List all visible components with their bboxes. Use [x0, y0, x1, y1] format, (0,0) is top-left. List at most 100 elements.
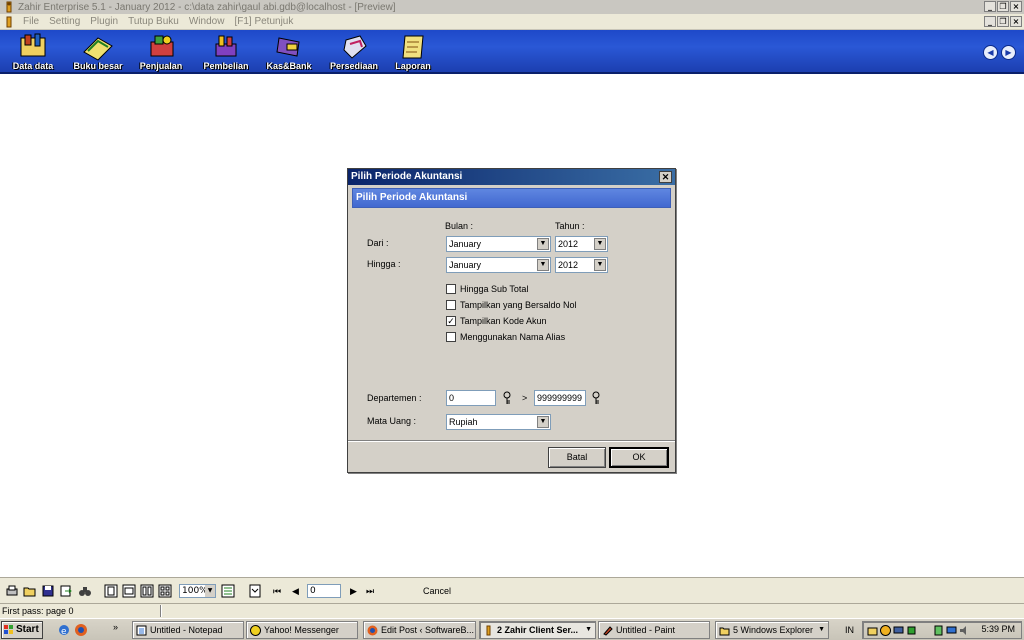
checkbox-box[interactable]: [446, 300, 456, 310]
tray-network-icon[interactable]: [893, 625, 904, 636]
menu-window[interactable]: Window: [184, 16, 230, 27]
toolbar-persediaan[interactable]: Persediaan: [325, 32, 383, 72]
export-icon[interactable]: [59, 584, 73, 598]
chevron-down-icon[interactable]: ▼: [594, 259, 606, 271]
bersaldo-nol-checkbox[interactable]: Tampilkan yang Bersaldo Nol: [446, 300, 577, 310]
nav-forward-button[interactable]: ▶: [1001, 45, 1016, 60]
tray-messenger-icon[interactable]: [880, 625, 891, 636]
toolbar-data-data[interactable]: Data data: [4, 32, 62, 72]
task-yahoo-messenger[interactable]: Yahoo! Messenger: [246, 621, 358, 639]
multi-page-icon[interactable]: [158, 584, 172, 598]
mata-uang-select[interactable]: Rupiah ▼: [446, 414, 551, 430]
last-page-icon[interactable]: ⏭: [366, 586, 374, 597]
prev-page-icon[interactable]: ◀: [292, 586, 299, 597]
departemen-from-input[interactable]: 0: [446, 390, 496, 406]
toolbar-buku-besar[interactable]: Buku besar: [69, 32, 127, 72]
first-page-icon[interactable]: ⏮: [273, 586, 281, 597]
save-icon[interactable]: [41, 584, 55, 598]
chevron-down-icon[interactable]: ▼: [205, 585, 215, 597]
document-menu-icon[interactable]: [3, 16, 15, 28]
task-zahir-client[interactable]: 2 Zahir Client Ser... ▼: [479, 621, 596, 639]
doc-minimize-button[interactable]: _: [984, 16, 996, 27]
batal-button[interactable]: Batal: [548, 447, 606, 468]
nav-back-button[interactable]: ◀: [983, 45, 998, 60]
toolbar-penjualan[interactable]: Penjualan: [132, 32, 190, 72]
tray-folder-icon[interactable]: [867, 625, 878, 636]
restore-button[interactable]: ❐: [997, 1, 1009, 12]
dari-tahun-select[interactable]: 2012 ▼: [555, 236, 608, 252]
doc-restore-button[interactable]: ❐: [997, 16, 1009, 27]
ok-button[interactable]: OK: [609, 447, 669, 468]
chevron-down-icon[interactable]: ▼: [537, 259, 549, 271]
chevron-down-icon: ▼: [818, 626, 825, 633]
toolbar-laporan[interactable]: Laporan: [384, 32, 442, 72]
period-dialog: Pilih Periode Akuntansi ✕ Pilih Periode …: [347, 168, 676, 473]
hingga-label: Hingga :: [367, 259, 401, 269]
chevron-down-icon[interactable]: ▼: [537, 238, 549, 250]
page-width-icon[interactable]: [122, 584, 136, 598]
task-paint[interactable]: Untitled - Paint: [598, 621, 710, 639]
tray-security-icon[interactable]: [906, 625, 917, 636]
checkbox-box[interactable]: [446, 332, 456, 342]
preview-toolbar: 100% ▼ ⏮ ◀ 0 ▶ ⏭ Cancel: [0, 577, 1024, 603]
doc-close-button[interactable]: ×: [1010, 16, 1022, 27]
lookup-icon[interactable]: [502, 391, 514, 405]
firefox-icon[interactable]: [74, 623, 88, 637]
lookup-icon[interactable]: [591, 391, 603, 405]
toolbar-kas-bank[interactable]: Kas&Bank: [260, 32, 318, 72]
menu-tutup-buku[interactable]: Tutup Buku: [123, 16, 184, 27]
menu-setting[interactable]: Setting: [44, 16, 85, 27]
inventory-icon: [343, 35, 367, 59]
task-edit-post[interactable]: Edit Post ‹ SoftwareB...: [363, 621, 476, 639]
page-setup-icon[interactable]: [221, 584, 235, 598]
chevron-down-icon[interactable]: ▼: [537, 416, 549, 428]
open-folder-icon[interactable]: [23, 584, 37, 598]
dari-tahun-value: 2012: [558, 239, 579, 249]
tray-monitor-icon[interactable]: [946, 625, 957, 636]
hingga-sub-total-checkbox[interactable]: Hingga Sub Total: [446, 284, 528, 294]
tray-volume-icon[interactable]: [959, 625, 970, 636]
task-notepad[interactable]: Untitled - Notepad: [132, 621, 244, 639]
arrow-left-icon: ◀: [987, 48, 994, 57]
toolbar-pembelian[interactable]: Pembelian: [197, 32, 255, 72]
task-windows-explorer[interactable]: 5 Windows Explorer ▼: [715, 621, 829, 639]
print-icon[interactable]: [5, 584, 19, 598]
zoom-select[interactable]: 100% ▼: [179, 584, 216, 598]
single-page-icon[interactable]: [104, 584, 118, 598]
hingga-bulan-select[interactable]: January ▼: [446, 257, 551, 273]
dari-bulan-select[interactable]: January ▼: [446, 236, 551, 252]
cancel-preview-button[interactable]: Cancel: [423, 586, 451, 596]
checkbox-box[interactable]: [446, 284, 456, 294]
quicklaunch-more[interactable]: »: [113, 622, 118, 632]
zoom-value: 100%: [182, 586, 208, 596]
two-pages-icon[interactable]: [140, 584, 154, 598]
dialog-divider: [348, 440, 675, 442]
hingga-tahun-select[interactable]: 2012 ▼: [555, 257, 608, 273]
nama-alias-checkbox[interactable]: Menggunakan Nama Alias: [446, 332, 565, 342]
system-tray: 5:39 PM: [862, 621, 1022, 639]
minimize-button[interactable]: _: [984, 1, 996, 12]
language-indicator[interactable]: IN: [845, 625, 854, 635]
departemen-to-input[interactable]: 999999999: [534, 390, 586, 406]
ie-icon[interactable]: e: [57, 623, 71, 637]
menu-plugin[interactable]: Plugin: [85, 16, 123, 27]
chevron-down-icon[interactable]: ▼: [594, 238, 606, 250]
page-number-input[interactable]: 0: [307, 584, 341, 598]
dialog-close-button[interactable]: ✕: [659, 171, 672, 183]
menu-petunjuk[interactable]: [F1] Petunjuk: [229, 16, 298, 27]
next-page-icon[interactable]: ▶: [350, 586, 357, 597]
clock: 5:39 PM: [981, 624, 1015, 634]
tray-update-icon[interactable]: [933, 625, 944, 636]
start-label: Start: [16, 624, 39, 635]
checkbox-box[interactable]: ✓: [446, 316, 456, 326]
window-controls: _ ❐ ×: [984, 1, 1022, 12]
kode-akun-checkbox[interactable]: ✓ Tampilkan Kode Akun: [446, 316, 547, 326]
toolbar-label: Persediaan: [329, 61, 379, 71]
main-toolbar: Data data Buku besar Penjualan Pembelian…: [0, 30, 1024, 74]
binoculars-icon[interactable]: [78, 584, 92, 598]
menu-file[interactable]: File: [18, 16, 44, 27]
close-button[interactable]: ×: [1010, 1, 1022, 12]
start-button[interactable]: Start: [1, 621, 43, 639]
zahir-app-icon[interactable]: [3, 1, 15, 13]
edit-report-icon[interactable]: [248, 584, 262, 598]
